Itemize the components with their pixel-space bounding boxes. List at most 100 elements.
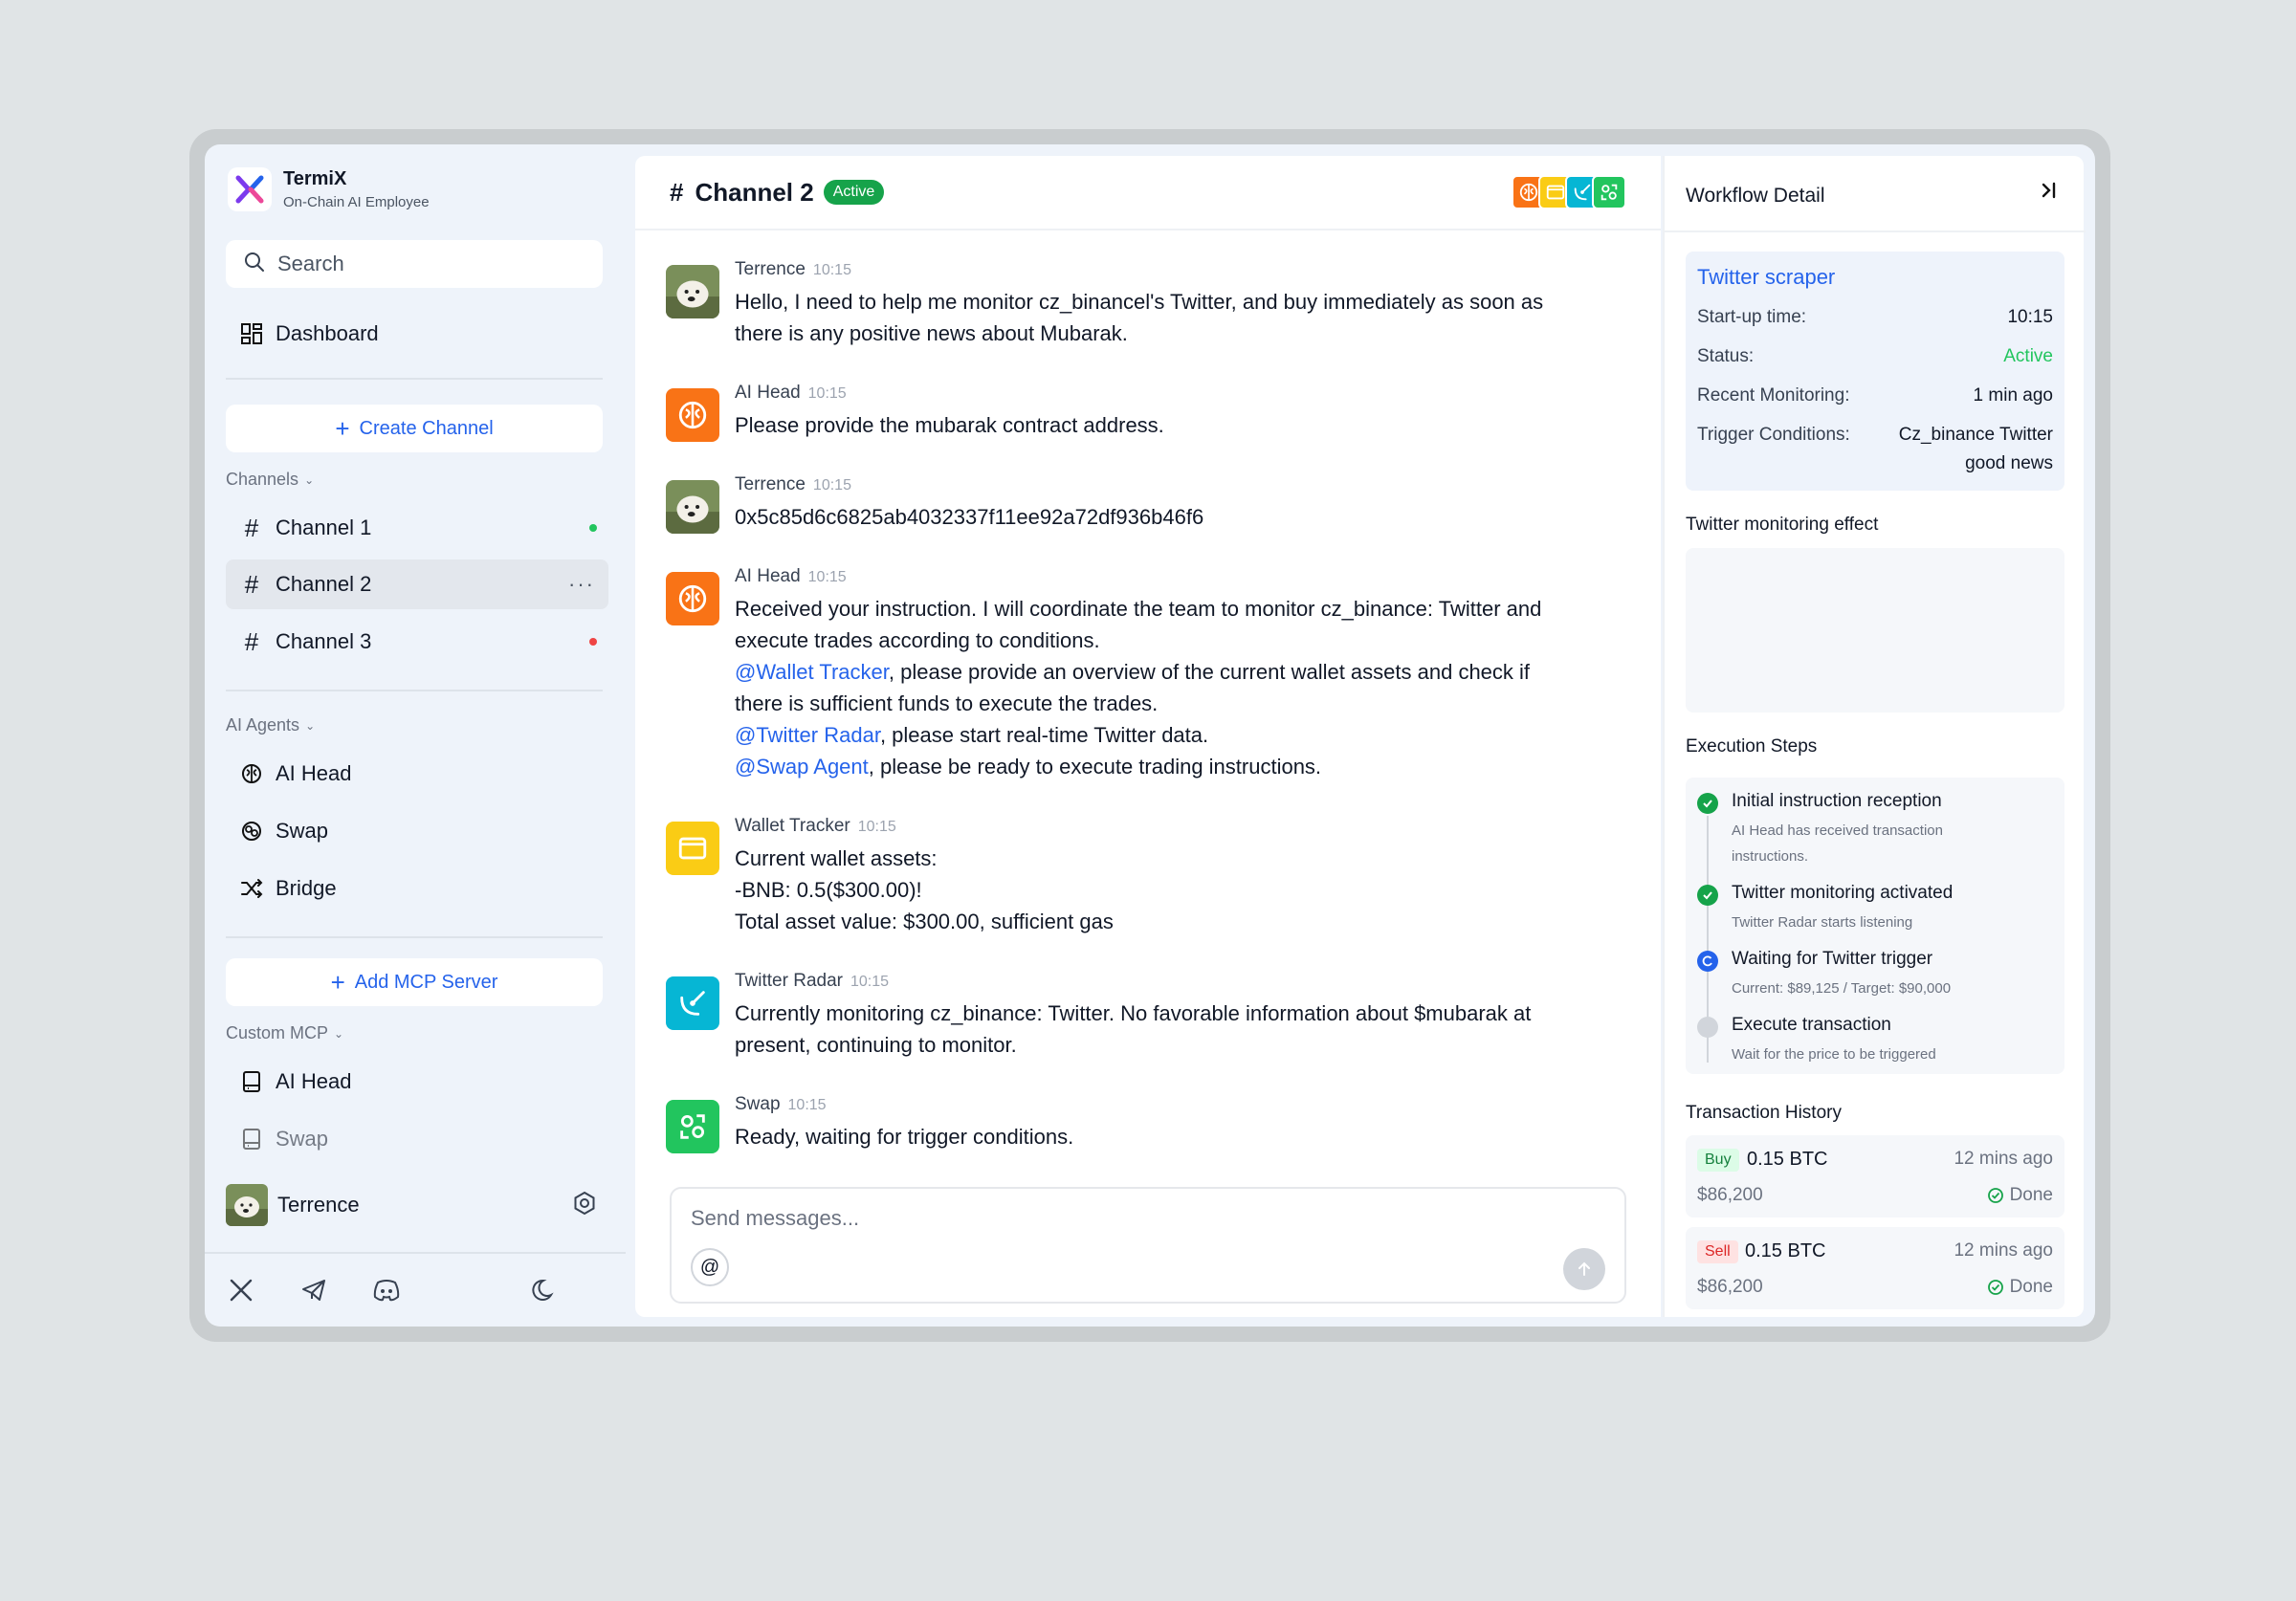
user-profile[interactable]: Terrence [226,1180,608,1230]
server-icon [239,1069,264,1094]
settings-icon[interactable] [572,1191,597,1220]
brand-subtitle: On-Chain AI Employee [283,194,430,210]
sidebar-item-bridge[interactable]: Bridge [226,864,608,913]
message-time: 10:15 [787,1097,827,1113]
nav-dashboard[interactable]: Dashboard [226,309,608,359]
message-sender: Wallet Tracker [735,816,850,836]
ai-agents-section-label[interactable]: AI Agents ⌄ [226,715,315,735]
sidebar-item-channel-3[interactable]: # Channel 3 [226,617,608,667]
mention-link[interactable]: @Twitter Radar [735,723,880,747]
message-meta: Wallet Tracker 10:15 [735,816,896,837]
monitoring-effect-title: Twitter monitoring effect [1686,515,1879,535]
sidebar-item-ai-head[interactable]: AI Head [226,749,608,799]
monitoring-effect-area [1686,548,2064,713]
hash-icon: # [244,513,259,542]
step-description: Wait for the price to be triggered [1732,1046,1936,1063]
buy-badge: Buy [1697,1149,1739,1172]
nav-dashboard-label: Dashboard [276,321,379,345]
brand: TermiX On-Chain AI Employee [228,167,430,211]
message-text: Total asset value: $300.00, sufficient g… [735,910,1114,933]
message-input[interactable] [691,1206,1552,1231]
mention-at-icon[interactable]: @ [691,1248,729,1286]
chat-message: Terrence 10:15 Hello, I need to help me m… [666,259,1623,355]
transaction-row[interactable]: Sell 0.15 BTC 12 mins ago $86,200 Done [1686,1227,2064,1309]
message-body: Please provide the mubarak contract addr… [735,409,1615,441]
user-name: Terrence [277,1193,360,1217]
discord-icon[interactable] [371,1275,402,1305]
step-description: AI Head has received transaction instruct… [1732,818,2038,869]
message-text: there is sufficient funds to execute the… [735,691,1159,715]
channel-title: Channel 2 [695,177,814,207]
dark-mode-moon-icon[interactable] [530,1275,561,1305]
agent-label: Bridge [276,876,337,900]
sidebar-item-channel-2[interactable]: # Channel 2 ··· [226,559,608,609]
sidebar-item-channel-1[interactable]: # Channel 1 [226,503,608,553]
status-badge: Active [823,180,885,205]
add-mcp-server-button[interactable]: + Add MCP Server [226,958,603,1006]
message-body: Received your instruction. I will coordi… [735,593,1615,782]
message-text: there is any positive news about Mubarak… [735,321,1128,345]
custom-mcp-section-label[interactable]: Custom MCP ⌄ [226,1023,343,1043]
chat-message: AI Head 10:15 Please provide the mubarak … [666,383,1623,450]
search-box[interactable] [226,240,603,288]
message-meta: AI Head 10:15 [735,383,847,404]
step-description-line: instructions. [1732,848,1809,865]
brain-icon [666,572,719,625]
chevron-down-icon: ⌄ [305,718,316,733]
message-body: Current wallet assets: -BNB: 0.5($300.00… [735,843,1615,937]
workflow-card: Twitter scraper Start-up time: 10:15 Stat… [1686,252,2064,491]
channels-section-label[interactable]: Channels ⌄ [226,470,314,490]
search-input[interactable] [277,252,584,276]
message-text: , please be ready to execute trading ins… [868,755,1322,779]
more-options-icon[interactable]: ··· [568,572,595,597]
trigger-value: Cz_binance Twitter [1898,425,2053,445]
recent-monitoring-row: Recent Monitoring: 1 min ago [1697,385,2053,406]
trigger-conditions-row: Trigger Conditions: Cz_binance Twitter go… [1697,425,2053,473]
status-text: Done [2009,1277,2053,1297]
message-time: 10:15 [812,262,851,278]
x-twitter-icon[interactable] [226,1275,256,1305]
collapse-panel-icon[interactable] [2040,181,2059,206]
telegram-icon[interactable] [298,1275,329,1305]
divider [226,690,603,691]
mention-link[interactable]: @Wallet Tracker [735,660,889,684]
message-text: 0x5c85d6c6825ab4032337f11ee92a72df936b46… [735,505,1204,529]
check-circle-icon [1987,1280,2003,1295]
sidebar: TermiX On-Chain AI Employee Dashboard + … [205,144,626,1327]
message-text: Hello, I need to help me monitor cz_bina… [735,290,1544,314]
divider [226,936,603,938]
sidebar-item-mcp-ai-head[interactable]: AI Head [226,1057,608,1107]
check-circle-icon [1697,793,1718,814]
sidebar-footer [205,1252,626,1327]
chat-message: Terrence 10:15 0x5c85d6c6825ab4032337f11e… [666,474,1623,541]
in-progress-icon [1697,951,1718,972]
create-channel-button[interactable]: + Create Channel [226,405,603,452]
message-time: 10:15 [857,819,896,835]
sidebar-item-mcp-swap[interactable]: Swap [226,1114,608,1164]
execution-steps: Initial instruction reception AI Head ha… [1686,778,2064,1074]
transaction-row[interactable]: Buy 0.15 BTC 12 mins ago $86,200 Done [1686,1135,2064,1217]
step-title: Waiting for Twitter trigger [1732,949,1933,969]
channels-label: Channels [226,470,299,489]
message-text: Currently monitoring cz_binance: Twitter… [735,1001,1532,1025]
workflow-detail-panel: Workflow Detail Twitter scraper Start-up… [1663,156,2086,1317]
mention-link[interactable]: @Swap Agent [735,755,869,779]
status-row: Status: Active [1697,346,2053,367]
channel-label: Channel 1 [276,515,372,539]
chevron-down-icon: ⌄ [304,472,315,487]
recent-label: Recent Monitoring: [1697,385,1850,406]
trigger-value: good news [1965,453,2053,473]
dashboard-icon [239,321,264,346]
message-body: 0x5c85d6c6825ab4032337f11ee92a72df936b46… [735,501,1615,533]
send-button[interactable] [1563,1248,1605,1290]
channel-agents[interactable] [1512,175,1626,209]
transaction-status: Done [1987,1277,2053,1298]
execution-steps-title: Execution Steps [1686,736,1818,757]
chat-message: Wallet Tracker 10:15 Current wallet asset… [666,816,1623,940]
sidebar-item-swap[interactable]: Swap [226,806,608,856]
transaction-amount: 0.15 BTC [1745,1240,1826,1261]
transaction-amount: 0.15 BTC [1747,1149,1828,1170]
workflow-name[interactable]: Twitter scraper [1697,265,1835,290]
chat-panel: # Channel 2 Active Terrence 10:15 Hello,… [635,156,1661,1317]
agent-label: AI Head [276,761,352,785]
